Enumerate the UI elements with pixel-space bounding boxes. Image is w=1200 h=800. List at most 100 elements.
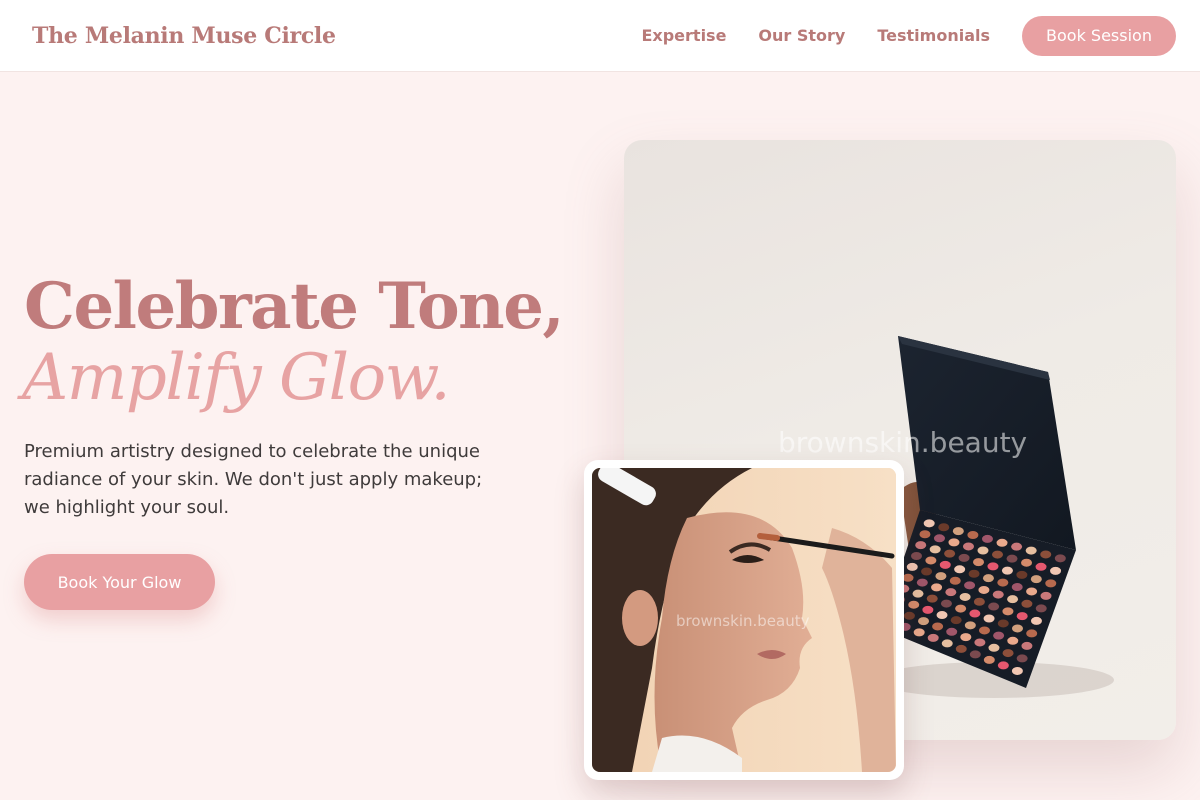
eyeshadow-pan (1011, 583, 1023, 592)
eyeshadow-pan (908, 600, 920, 609)
eyeshadow-pan (1021, 599, 1033, 608)
eyeshadow-pan (903, 611, 915, 620)
eyeshadow-pan (1026, 629, 1038, 638)
eyeshadow-pan (939, 560, 951, 569)
makeup-application-photo-frame: brownskin.beauty (584, 460, 904, 780)
hero-title-line1: Celebrate Tone, (24, 269, 565, 344)
eyeshadow-pan (997, 619, 1009, 628)
eyeshadow-pan (964, 621, 976, 630)
eyeshadow-pan (931, 583, 943, 592)
eyeshadow-pan (964, 581, 976, 590)
eyeshadow-pan (1016, 612, 1028, 621)
eyeshadow-pan (969, 650, 981, 659)
eyeshadow-pan (1011, 666, 1023, 675)
top-navbar: The Melanin Muse Circle Expertise Our St… (0, 0, 1200, 72)
eyeshadow-pan (1007, 595, 1019, 604)
nav-link-testimonials[interactable]: Testimonials (877, 26, 990, 45)
eyeshadow-pan (944, 549, 956, 558)
eyeshadow-pan (913, 628, 925, 637)
eyeshadow-pan (916, 578, 928, 587)
eyeshadow-pan (978, 626, 990, 635)
eyeshadow-pan (988, 643, 1000, 652)
eyeshadow-pan (1021, 558, 1033, 567)
eyeshadow-pan (981, 534, 993, 543)
eyeshadow-pan (1021, 641, 1033, 650)
nav-link-expertise[interactable]: Expertise (641, 26, 726, 45)
eyeshadow-pan (918, 617, 930, 626)
eyeshadow-pan (978, 585, 990, 594)
eyeshadow-pan (912, 589, 924, 598)
eyeshadow-pan (1026, 587, 1038, 596)
eyeshadow-pan (983, 655, 995, 664)
eyeshadow-pan (923, 519, 935, 528)
book-session-button[interactable]: Book Session (1022, 15, 1176, 56)
eyeshadow-pan (1025, 546, 1037, 555)
eyeshadow-pan (973, 558, 985, 567)
eyeshadow-pan (1030, 575, 1042, 584)
hero-title-line2: Amplify Glow. (22, 341, 451, 415)
nav-link-our-story[interactable]: Our Story (758, 26, 845, 45)
eyeshadow-pan (952, 527, 964, 536)
eyeshadow-pan (1011, 624, 1023, 633)
eyeshadow-pan (977, 546, 989, 555)
eyeshadow-pan (910, 552, 922, 561)
eyeshadow-pan (906, 562, 918, 571)
eyeshadow-pan (921, 567, 933, 576)
makeup-application-image: brownskin.beauty (592, 468, 896, 772)
eyeshadow-pan (1016, 570, 1028, 579)
eyeshadow-pan (959, 592, 971, 601)
eyeshadow-pan (1016, 654, 1028, 663)
eyeshadow-pan (1050, 566, 1062, 575)
eyeshadow-pan (945, 588, 957, 597)
eyeshadow-pan (958, 553, 970, 562)
eyeshadow-pan (1030, 616, 1042, 625)
eyeshadow-pan (960, 633, 972, 642)
eyeshadow-pan (992, 550, 1004, 559)
eyeshadow-pan (1006, 554, 1018, 563)
eyeshadow-pan (996, 538, 1008, 547)
eyeshadow-pan (969, 609, 981, 618)
eyeshadow-pan (938, 523, 950, 532)
eyeshadow-pan (988, 602, 1000, 611)
eyeshadow-pan (1045, 579, 1057, 588)
eyeshadow-pan (933, 534, 945, 543)
eyeshadow-pan (950, 616, 962, 625)
eyeshadow-pan (962, 542, 974, 551)
eyeshadow-pan (932, 622, 944, 631)
eyeshadow-pan (954, 565, 966, 574)
eyeshadow-pan (1001, 566, 1013, 575)
book-your-glow-button[interactable]: Book Your Glow (24, 554, 215, 610)
eyeshadow-pan (1040, 550, 1052, 559)
eyeshadow-pan (967, 531, 979, 540)
eyeshadow-pan (1035, 604, 1047, 613)
eyeshadow-pan (919, 530, 931, 539)
eyeshadow-pan (1002, 649, 1014, 658)
eyeshadow-pan (968, 569, 980, 578)
eyeshadow-pan (927, 633, 939, 642)
eyeshadow-pan (974, 638, 986, 647)
eyeshadow-pan (925, 556, 937, 565)
eyeshadow-pan (955, 644, 967, 653)
eyeshadow-pan (948, 538, 960, 547)
secondary-image-watermark: brownskin.beauty (676, 612, 810, 630)
eyeshadow-pan (1002, 607, 1014, 616)
eyeshadow-pan (987, 562, 999, 571)
eyeshadow-pan (1011, 542, 1023, 551)
site-logo[interactable]: The Melanin Muse Circle (32, 23, 336, 49)
eyeshadow-pan (973, 597, 985, 606)
eyeshadow-pan (915, 541, 927, 550)
eyeshadow-pan (941, 639, 953, 648)
eyeshadow-pan (940, 599, 952, 608)
eyeshadow-pan (936, 611, 948, 620)
eyeshadow-pan (922, 605, 934, 614)
eyeshadow-pan (983, 614, 995, 623)
eyeshadow-pan (1007, 636, 1019, 645)
eyeshadow-pan (997, 661, 1009, 670)
eyeshadow-pan (902, 573, 914, 582)
eyeshadow-pan (997, 578, 1009, 587)
nav-links: Expertise Our Story Testimonials Book Se… (609, 15, 1176, 56)
eyeshadow-pan (1040, 591, 1052, 600)
eyeshadow-pan (992, 590, 1004, 599)
eyeshadow-pan (926, 594, 938, 603)
eyeshadow-pan (1054, 554, 1066, 563)
